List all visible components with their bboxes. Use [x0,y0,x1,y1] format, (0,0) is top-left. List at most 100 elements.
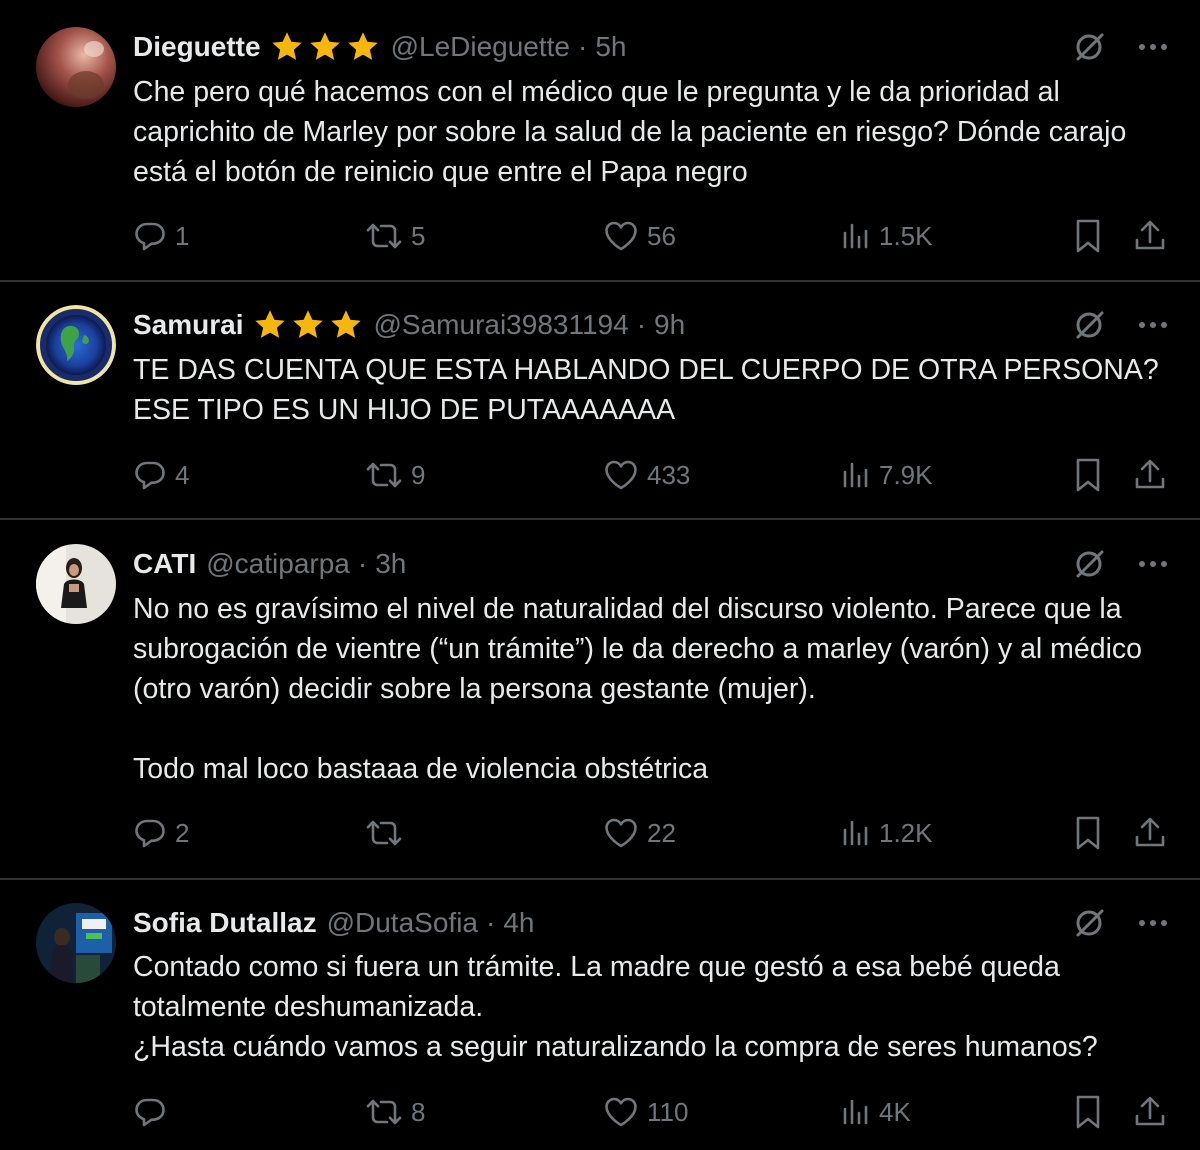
tweet-cati[interactable]: CATI @catiparpa · 3h No no es gravísimo … [0,520,1200,880]
avatar[interactable] [36,305,116,385]
bookmark-icon [1076,458,1100,492]
reply-count: 1 [175,220,190,251]
like-button[interactable]: 56 [603,216,676,256]
view-count: 4K [879,1096,911,1127]
share-button[interactable] [1133,813,1167,853]
star-icon [254,310,285,338]
tweet-header: Sofia Dutallaz @DutaSofia · 4h [133,903,534,943]
reply-feed: Dieguette @LeDieguette · 5h Che pero qué… [0,0,1200,1150]
display-name[interactable]: CATI [133,548,196,580]
display-name[interactable]: Samurai [133,309,244,341]
timestamp[interactable]: 3h [375,548,406,580]
action-bar: 2 22 1.2K [133,813,1170,853]
separator-dot: · [357,548,368,579]
repost-button[interactable]: 8 [365,1092,425,1132]
grok-icon[interactable] [1072,906,1106,940]
tweet-header: Dieguette @LeDieguette · 5h [133,27,627,67]
bookmark-icon [1076,1095,1100,1129]
user-handle[interactable]: @DutaSofia [327,907,478,939]
more-options-icon[interactable] [1136,906,1170,940]
views-icon [843,462,868,488]
like-count: 56 [647,220,676,251]
bookmark-button[interactable] [1073,216,1103,256]
like-count: 22 [647,817,676,848]
heart-icon [605,460,637,490]
more-options-icon[interactable] [1136,547,1170,581]
view-count: 1.5K [879,220,933,251]
share-icon [1135,817,1165,847]
tweet-header: CATI @catiparpa · 3h [133,544,406,584]
share-button[interactable] [1133,1092,1167,1132]
heart-icon [605,1097,637,1127]
like-button[interactable]: 22 [603,813,676,853]
reply-button[interactable]: 1 [133,216,189,256]
repost-icon [366,462,402,488]
more-options-icon[interactable] [1136,308,1170,342]
like-button[interactable]: 110 [603,1092,688,1132]
views-button[interactable]: 1.2K [841,813,933,853]
tweet-dieguette[interactable]: Dieguette @LeDieguette · 5h Che pero qué… [0,0,1200,282]
more-options-icon[interactable] [1136,30,1170,64]
repost-count: 9 [411,459,426,490]
share-button[interactable] [1133,216,1167,256]
grok-icon[interactable] [1072,547,1106,581]
star-icon [271,32,302,60]
timestamp[interactable]: 9h [654,309,685,341]
bookmark-button[interactable] [1073,455,1103,495]
reply-button[interactable]: 2 [133,813,189,853]
heart-icon [605,818,637,848]
tweet-sofia-dutallaz[interactable]: Sofia Dutallaz @DutaSofia · 4h Contado c… [0,880,1200,1150]
views-icon [843,223,868,249]
avatar[interactable] [36,27,116,107]
views-button[interactable]: 1.5K [841,216,933,256]
avatar[interactable] [36,544,116,624]
repost-icon [366,1099,402,1125]
bookmark-button[interactable] [1073,813,1103,853]
reply-icon [135,461,165,490]
grok-icon[interactable] [1072,308,1106,342]
repost-button[interactable]: 5 [365,216,425,256]
reply-icon [135,819,165,848]
repost-icon [366,820,402,846]
repost-count: 8 [411,1096,426,1127]
grok-icon[interactable] [1072,30,1106,64]
timestamp[interactable]: 4h [503,907,534,939]
star-icon [330,310,361,338]
reply-count: 4 [175,459,190,490]
tweet-text: Che pero qué hacemos con el médico que l… [133,76,1127,188]
like-button[interactable]: 433 [603,455,690,495]
repost-button[interactable] [365,813,411,853]
star-icon [347,32,378,60]
tweet-text: TE DAS CUENTA QUE ESTA HABLANDO DEL CUER… [133,354,1159,426]
reply-icon [135,222,165,251]
display-name[interactable]: Dieguette [133,31,261,63]
separator-dot: · [578,31,588,62]
share-icon [1135,220,1165,250]
repost-count: 5 [411,220,426,251]
user-handle[interactable]: @Samurai39831194 [374,309,629,341]
timestamp[interactable]: 5h [595,31,626,63]
user-handle[interactable]: @catiparpa [206,548,350,580]
reply-count: 2 [175,817,190,848]
like-count: 433 [647,459,691,490]
views-button[interactable]: 4K [841,1092,911,1132]
tweet-samurai[interactable]: Samurai @Samurai39831194 · 9h TE DAS CUE… [0,282,1200,520]
user-handle[interactable]: @LeDieguette [391,31,570,63]
bookmark-icon [1076,219,1100,253]
header-actions [1072,544,1170,584]
star-badges [252,307,364,343]
reply-button[interactable]: 4 [133,455,189,495]
avatar[interactable] [36,903,116,983]
repost-button[interactable]: 9 [365,455,425,495]
share-icon [1135,1096,1165,1126]
reply-button[interactable] [133,1092,175,1132]
reply-icon [135,1098,165,1127]
display-name[interactable]: Sofia Dutallaz [133,907,317,939]
bookmark-icon [1076,816,1100,850]
views-button[interactable]: 7.9K [841,455,933,495]
views-icon [843,820,868,846]
view-count: 7.9K [879,459,933,490]
heart-icon [605,221,637,251]
bookmark-button[interactable] [1073,1092,1103,1132]
share-button[interactable] [1133,455,1167,495]
